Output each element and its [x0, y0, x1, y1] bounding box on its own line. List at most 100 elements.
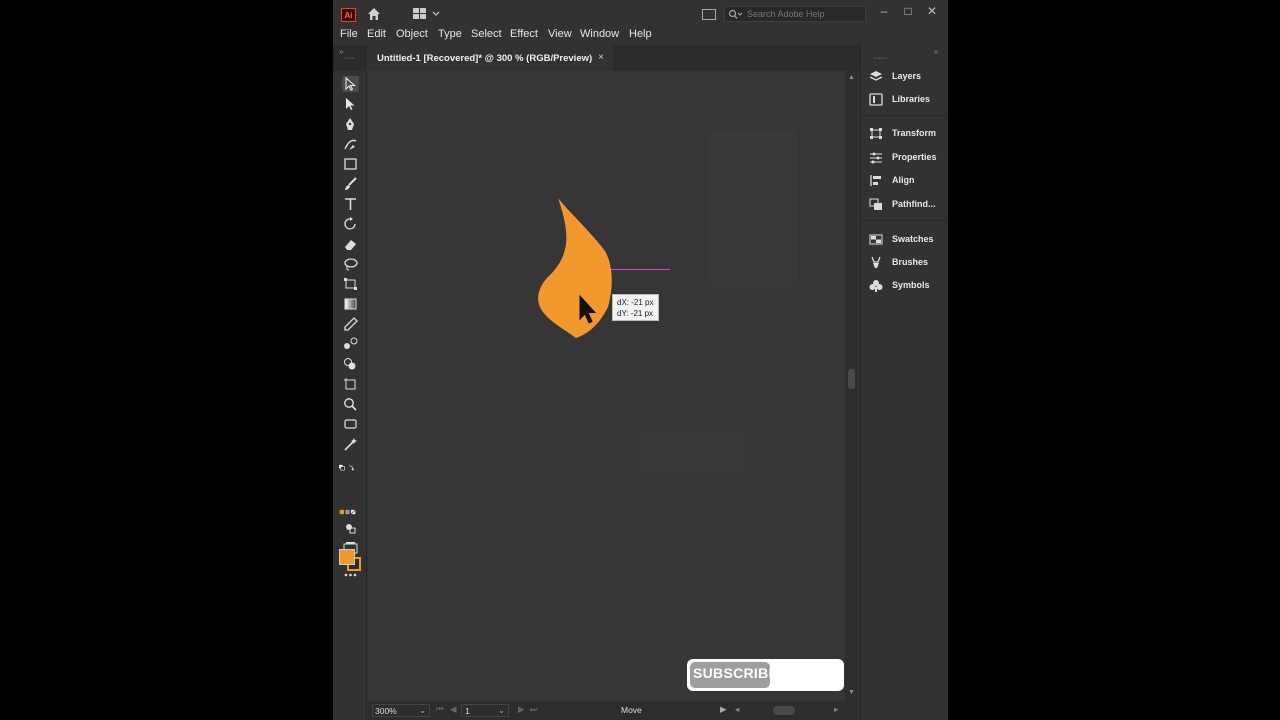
panel-swatches[interactable]: Swatches: [869, 231, 947, 249]
rotate-tool-icon[interactable]: [342, 216, 359, 232]
document-tab-close-button[interactable]: ×: [598, 52, 604, 63]
transform-icon: [870, 128, 882, 139]
horizontal-scrollbar-thumb[interactable]: [773, 706, 795, 715]
panel-libraries-label: Libraries: [892, 94, 931, 104]
panel-transform[interactable]: Transform: [869, 125, 947, 143]
align-icon: [870, 175, 881, 186]
scroll-up-arrow-icon[interactable]: ▲: [848, 74, 855, 81]
subscribe-label: SUBSCRIBE: [693, 665, 779, 681]
frame-tool-icon[interactable]: [342, 416, 359, 432]
eraser-tool-icon[interactable]: [342, 236, 359, 252]
document-tab-bar: » ········ Untitled-1 [Recovered]* @ 300…: [333, 45, 948, 71]
panel-layers[interactable]: Layers: [869, 68, 947, 86]
scroll-right-arrow-icon[interactable]: ▸: [834, 704, 838, 715]
zoom-level-value: 300%: [375, 706, 397, 716]
magic-wand-tool-icon[interactable]: [342, 436, 359, 452]
curvature-tool-icon[interactable]: [342, 136, 359, 152]
color-mode-buttons-icon[interactable]: [339, 504, 363, 520]
search-input[interactable]: [747, 8, 862, 20]
previous-artboard-icon[interactable]: ◀: [450, 704, 457, 715]
artboard-dropdown-chevron-icon[interactable]: ⌄: [498, 705, 505, 716]
panel-properties-label: Properties: [892, 152, 937, 162]
pathfinder-icon: [869, 198, 882, 210]
blend-tool-icon[interactable]: [342, 336, 359, 352]
status-menu-arrow-icon[interactable]: ▶: [720, 704, 727, 715]
panel-brushes-label: Brushes: [892, 257, 929, 267]
scroll-left-arrow-icon[interactable]: ◂: [735, 704, 739, 715]
panel-brushes[interactable]: Brushes: [869, 254, 947, 272]
maximize-button[interactable]: □: [901, 4, 915, 18]
menu-select[interactable]: Select: [471, 28, 502, 40]
pen-tool-icon[interactable]: [342, 116, 359, 132]
libraries-icon: [869, 93, 883, 106]
menu-help[interactable]: Help: [629, 28, 652, 40]
fill-color-swatch[interactable]: [339, 549, 355, 565]
title-bar: Ai – □ ✕: [333, 0, 948, 26]
shape-builder-tool-icon[interactable]: [342, 356, 359, 372]
drawing-mode-icon[interactable]: [342, 520, 359, 536]
workspace-switcher-icon[interactable]: [413, 7, 443, 20]
panel-libraries[interactable]: Libraries: [869, 91, 947, 109]
direct-selection-tool-icon[interactable]: [342, 96, 359, 112]
panel-align[interactable]: Align: [869, 172, 947, 190]
menu-file[interactable]: File: [340, 28, 358, 40]
home-icon[interactable]: [366, 6, 382, 22]
first-artboard-icon[interactable]: ⏮: [436, 704, 444, 715]
flame-shape: [538, 198, 612, 338]
eyedropper-tool-icon[interactable]: [342, 316, 359, 332]
edit-toolbar-icon[interactable]: [342, 567, 359, 583]
illustrator-logo: Ai: [341, 8, 356, 22]
artboard-tool-icon[interactable]: [342, 376, 359, 392]
scroll-down-arrow-icon[interactable]: ▼: [848, 689, 855, 696]
panel-align-label: Align: [892, 175, 915, 185]
vertical-scrollbar[interactable]: ▲ ▼: [845, 71, 857, 701]
next-artboard-icon[interactable]: ▶: [518, 704, 525, 715]
menu-edit[interactable]: Edit: [367, 28, 386, 40]
subscribe-button[interactable]: SUBSCRIBE: [687, 659, 844, 691]
free-transform-tool-icon[interactable]: [342, 276, 359, 292]
panel-properties[interactable]: Properties: [869, 149, 947, 167]
menu-object[interactable]: Object: [396, 28, 428, 40]
selection-tool-icon[interactable]: [342, 76, 359, 92]
toolbar-grip-icon[interactable]: ········: [343, 55, 355, 62]
zoom-level-field[interactable]: 300% ⌄: [372, 704, 430, 717]
panel-swatches-label: Swatches: [892, 234, 934, 244]
close-window-button[interactable]: ✕: [925, 4, 939, 18]
paintbrush-tool-icon[interactable]: [342, 176, 359, 192]
lasso-tool-icon[interactable]: [342, 256, 359, 272]
tooltip-dx: dX: -21 px: [617, 298, 654, 307]
move-offset-tooltip: dX: -21 px dY: -21 px: [612, 294, 659, 321]
panel-symbols-label: Symbols: [892, 280, 930, 290]
gradient-tool-icon[interactable]: [342, 296, 359, 312]
default-swap-colors-icon[interactable]: [338, 460, 362, 476]
dock-grip-icon[interactable]: ··········: [873, 55, 887, 62]
menu-window[interactable]: Window: [580, 28, 619, 40]
panel-pathfinder[interactable]: Pathfind...: [869, 196, 947, 214]
minimize-button[interactable]: –: [877, 4, 891, 18]
artboard-number-value: 1: [465, 706, 470, 716]
rectangle-tool-icon[interactable]: [342, 156, 359, 172]
arrange-documents-icon[interactable]: [702, 9, 716, 20]
panel-pathfinder-label: Pathfind...: [892, 199, 936, 209]
menu-type[interactable]: Type: [438, 28, 462, 40]
status-bar: 300% ⌄ ⏮ ◀ 1 ⌄ ▶ ⏭ Move ▶ ◂ ▸: [368, 701, 858, 720]
type-tool-icon[interactable]: [342, 196, 359, 212]
panel-symbols[interactable]: Symbols: [869, 277, 947, 295]
vertical-scrollbar-thumb[interactable]: [848, 369, 855, 389]
document-tab[interactable]: Untitled-1 [Recovered]* @ 300 % (RGB/Pre…: [367, 45, 613, 71]
last-artboard-icon[interactable]: ⏭: [530, 704, 538, 715]
zoom-tool-icon[interactable]: [342, 396, 359, 412]
status-current-tool: Move: [621, 705, 642, 715]
brushes-icon: [871, 256, 881, 268]
menu-view[interactable]: View: [548, 28, 572, 40]
help-search-box[interactable]: [724, 6, 866, 22]
artboard-number-field[interactable]: 1 ⌄: [461, 704, 509, 717]
zoom-dropdown-chevron-icon[interactable]: ⌄: [419, 705, 426, 716]
symbols-icon: [869, 280, 883, 292]
canvas-area[interactable]: [368, 71, 845, 701]
menu-effect[interactable]: Effect: [510, 28, 538, 40]
dock-collapse-icon[interactable]: «: [934, 47, 938, 56]
layers-icon: [869, 71, 883, 81]
panel-layers-label: Layers: [892, 71, 922, 81]
panel-transform-label: Transform: [892, 128, 937, 138]
